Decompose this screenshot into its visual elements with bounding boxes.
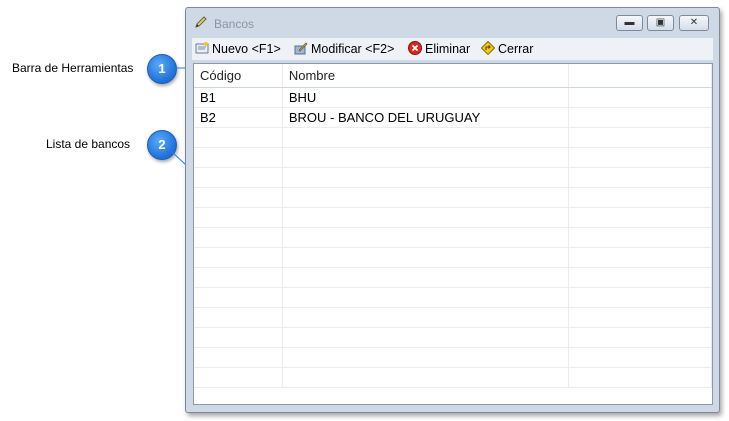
nuevo-label: Nuevo <F1> — [212, 42, 281, 56]
cell-empty — [568, 107, 712, 128]
cell-nombre: BHU — [282, 87, 569, 108]
empty-row — [194, 127, 712, 148]
empty-row — [194, 147, 712, 168]
empty-row — [194, 347, 712, 368]
cerrar-label: Cerrar — [498, 42, 534, 56]
cell-codigo: B2 — [194, 107, 283, 128]
maximize-icon: ▣ — [655, 17, 666, 28]
close-icon: ✕ — [689, 17, 699, 28]
empty-row — [194, 187, 712, 208]
modificar-label: Modificar <F2> — [311, 42, 395, 56]
cell-nombre: BROU - BANCO DEL URUGUAY — [282, 107, 569, 128]
bancos-list[interactable]: Código Nombre B1 BHU B2 BROU - BANCO DEL… — [193, 63, 713, 405]
pencil-icon — [194, 15, 208, 32]
empty-row — [194, 287, 712, 308]
cell-empty — [568, 87, 712, 108]
empty-row — [194, 307, 712, 328]
cerrar-button[interactable]: Cerrar — [480, 40, 534, 56]
eliminar-button[interactable]: Eliminar — [408, 41, 470, 56]
delete-icon — [408, 41, 422, 55]
empty-row — [194, 327, 712, 348]
empty-row — [194, 367, 712, 388]
empty-row — [194, 247, 712, 268]
maximize-button[interactable]: ▣ — [647, 15, 674, 31]
empty-row — [194, 207, 712, 228]
empty-row — [194, 227, 712, 248]
table-row[interactable]: B2 BROU - BANCO DEL URUGUAY — [194, 107, 712, 128]
toolbar: Nuevo <F1> Modificar <F2> Eliminar Cerra… — [192, 38, 713, 60]
exit-icon — [480, 40, 496, 56]
new-document-icon — [195, 41, 209, 55]
title-bar[interactable]: Bancos ▬ ▣ ✕ — [186, 8, 719, 38]
close-button[interactable]: ✕ — [679, 15, 709, 31]
empty-row — [194, 267, 712, 288]
column-header-empty[interactable] — [568, 64, 712, 88]
eliminar-label: Eliminar — [425, 42, 471, 56]
nuevo-button[interactable]: Nuevo <F1> — [195, 41, 281, 56]
minimize-icon: ▬ — [624, 17, 635, 28]
minimize-button[interactable]: ▬ — [616, 15, 643, 31]
bancos-table: Código Nombre B1 BHU B2 BROU - BANCO DEL… — [194, 64, 712, 388]
table-header-row: Código Nombre — [194, 64, 712, 88]
table-row[interactable]: B1 BHU — [194, 87, 712, 108]
cell-codigo: B1 — [194, 87, 283, 108]
bancos-window: Bancos ▬ ▣ ✕ Nuevo <F1> Modificar <F2> E… — [185, 7, 720, 413]
edit-icon — [294, 41, 308, 55]
column-header-codigo[interactable]: Código — [194, 64, 283, 88]
modificar-button[interactable]: Modificar <F2> — [294, 41, 394, 56]
empty-row — [194, 167, 712, 188]
column-header-nombre[interactable]: Nombre — [282, 64, 569, 88]
window-title: Bancos — [214, 17, 255, 31]
